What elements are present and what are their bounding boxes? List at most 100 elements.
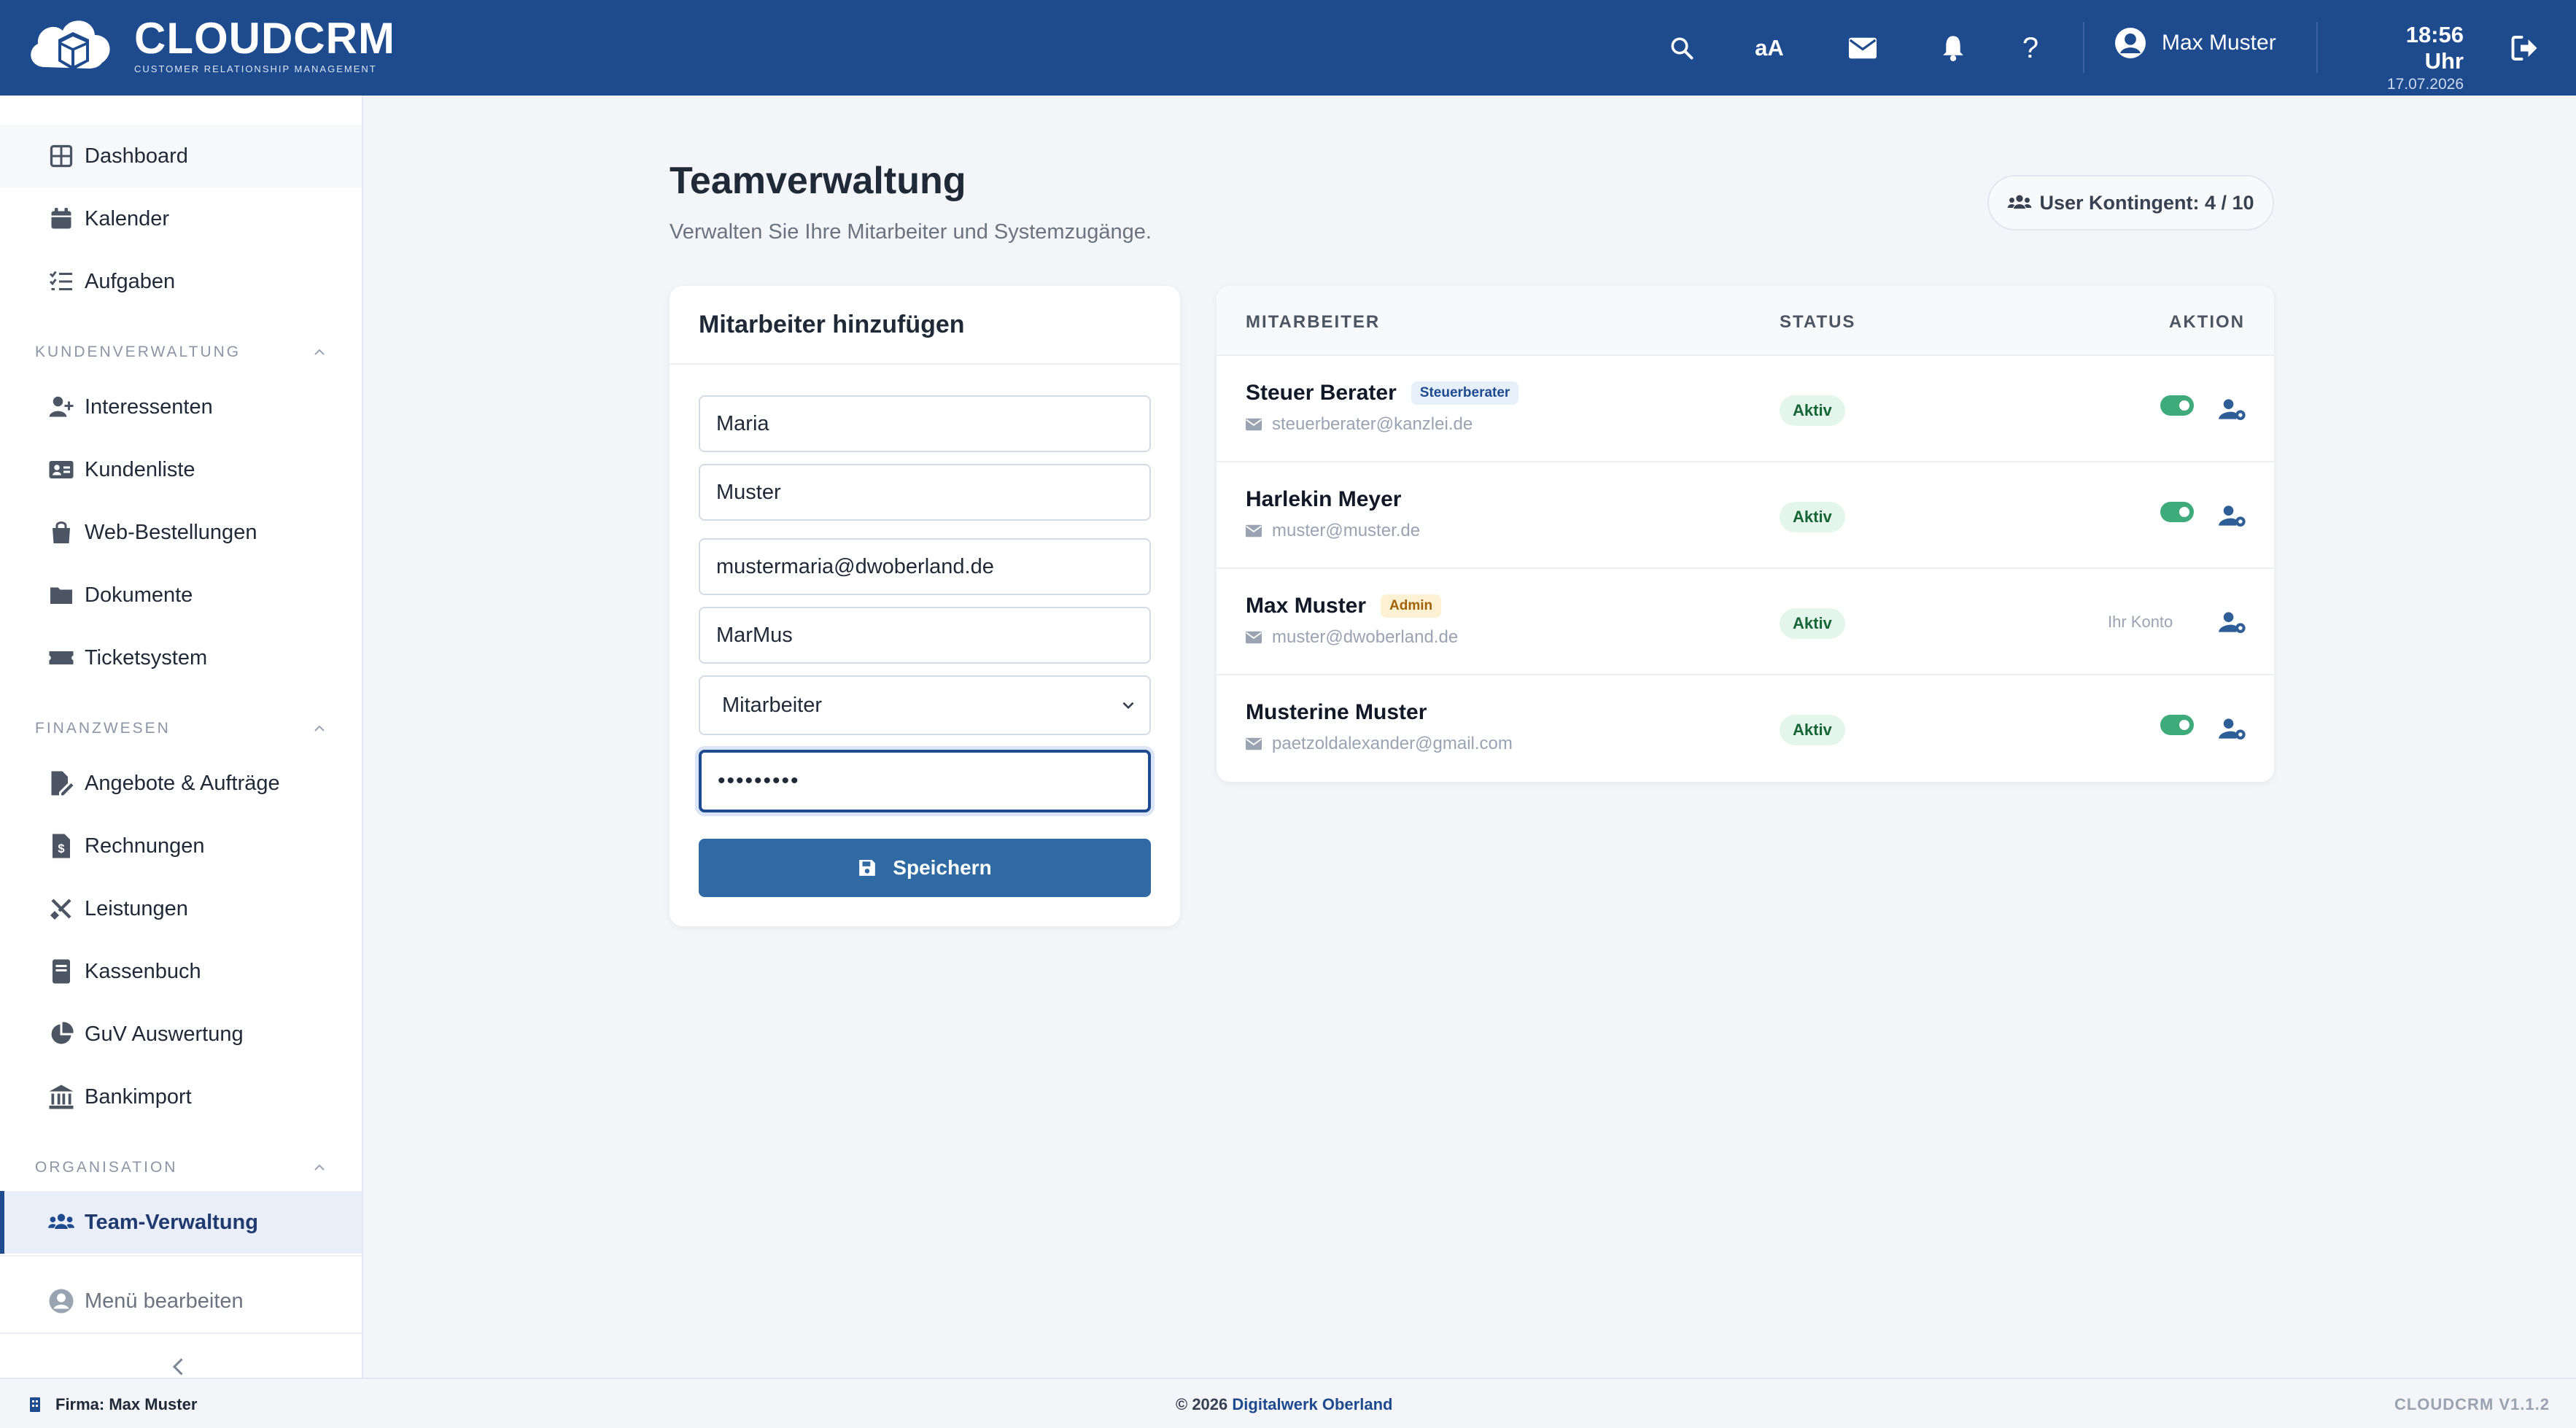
section-title: ORGANISATION (35, 1159, 178, 1176)
card-title: Mitarbeiter hinzufügen (670, 286, 1180, 365)
invoice-icon: $ (53, 834, 70, 858)
employee-name-text: Steuer Berater (1246, 381, 1397, 405)
password-input[interactable]: ••••••••• (699, 750, 1151, 812)
firm-name: Firma: Max Muster (55, 1395, 198, 1413)
company-link[interactable]: Digitalwerk Oberland (1232, 1395, 1392, 1413)
save-button-label: Speichern (893, 856, 992, 879)
copyright-prefix: © 2026 (1176, 1395, 1233, 1413)
sidebar-item-label: Menü bearbeiten (85, 1289, 244, 1313)
bell-icon (1943, 36, 1963, 61)
employee-email-text: muster@dwoberland.de (1272, 627, 1459, 647)
sidebar-item-web-orders[interactable]: Web-Bestellungen (0, 501, 362, 564)
employee-name-text: Max Muster (1246, 594, 1367, 618)
user-name: Max Muster (2162, 31, 2276, 55)
page-title: Teamverwaltung (670, 160, 966, 202)
sidebar-item-leads[interactable]: Interessenten (0, 376, 362, 438)
sidebar-item-label: GuV Auswertung (85, 1022, 244, 1046)
grid-icon (50, 144, 73, 168)
shopping-bag-icon (53, 521, 70, 543)
user-settings-icon[interactable] (2219, 716, 2246, 741)
users-icon (2008, 195, 2032, 209)
search-icon (1671, 37, 1694, 60)
role-badge-tax-advisor: Steuerberater (1411, 381, 1519, 405)
help-button[interactable]: ? (2009, 26, 2052, 70)
active-toggle[interactable] (2160, 395, 2194, 416)
sidebar-item-cashbook[interactable]: Kassenbuch (0, 940, 362, 1003)
sidebar-item-calendar[interactable]: Kalender (0, 187, 362, 250)
section-header-customers[interactable]: KUNDENVERWALTUNG (35, 344, 327, 361)
chevron-up-icon (314, 725, 325, 732)
sidebar-item-label: Kassenbuch (85, 959, 201, 983)
sidebar-item-edit-menu[interactable]: Menü bearbeiten (0, 1270, 362, 1332)
last-name-input[interactable]: Muster (699, 464, 1151, 521)
sidebar-item-dashboard[interactable]: Dashboard (0, 125, 362, 187)
role-badge-admin: Admin (1381, 594, 1442, 618)
chevron-down-icon (1122, 702, 1134, 710)
sidebar-item-tickets[interactable]: Ticketsystem (0, 626, 362, 689)
sidebar-item-team-management[interactable]: Team-Verwaltung (0, 1191, 362, 1254)
app-logo[interactable]: CLOUDCRM CUSTOMER RELATIONSHIP MANAGEMEN… (23, 9, 395, 82)
collapse-sidebar-chevron-left-icon[interactable] (168, 1356, 190, 1378)
task-list-icon (49, 271, 72, 290)
user-settings-icon[interactable] (2219, 397, 2246, 422)
section-header-organisation[interactable]: ORGANISATION (35, 1159, 327, 1176)
user-menu[interactable]: Max Muster (2115, 28, 2276, 58)
logo-subtitle: CUSTOMER RELATIONSHIP MANAGEMENT (134, 63, 377, 74)
mail-icon (1246, 418, 1262, 431)
messages-button[interactable] (1841, 26, 1885, 70)
sidebar-item-offers-orders[interactable]: Angebote & Aufträge (0, 752, 362, 815)
employee-name: Harlekin Meyer (1246, 487, 1401, 512)
username-input[interactable]: MarMus (699, 607, 1151, 664)
sidebar-item-documents[interactable]: Dokumente (0, 564, 362, 626)
header-divider (2316, 22, 2318, 73)
first-name-input[interactable]: Maria (699, 395, 1151, 452)
sidebar-item-invoices[interactable]: $ Rechnungen (0, 815, 362, 877)
active-toggle[interactable] (2160, 715, 2194, 735)
add-employee-card: Mitarbeiter hinzufügen Maria Muster must… (670, 286, 1180, 926)
firm-info: Firma: Max Muster (29, 1395, 197, 1414)
role-select-value: Mitarbeiter (722, 693, 822, 717)
user-settings-icon[interactable] (2219, 610, 2246, 635)
file-edit-icon (51, 771, 74, 796)
employee-email: paetzoldalexander@gmail.com (1246, 734, 1513, 754)
user-circle-icon (49, 1289, 74, 1313)
section-header-finance[interactable]: FINANZWESEN (35, 720, 327, 737)
save-button[interactable]: Speichern (699, 839, 1151, 897)
logo-title: CLOUDCRM (134, 13, 395, 63)
search-button[interactable] (1660, 26, 1704, 70)
chevron-up-icon (314, 1164, 325, 1171)
calendar-icon (51, 208, 71, 229)
header-divider (2083, 22, 2084, 73)
role-select[interactable]: Mitarbeiter (699, 675, 1151, 735)
sidebar-item-label: Ticketsystem (85, 645, 208, 670)
sidebar-item-tasks[interactable]: Aufgaben (0, 250, 362, 313)
email-input[interactable]: mustermaria@dwoberland.de (699, 538, 1151, 595)
page-subtitle: Verwalten Sie Ihre Mitarbeiter und Syste… (670, 220, 1152, 244)
status-badge: Aktiv (1780, 715, 1845, 745)
sidebar-item-profit-loss[interactable]: GuV Auswertung (0, 1003, 362, 1066)
sidebar-item-label: Interessenten (85, 395, 213, 419)
column-header-status: STATUS (1780, 312, 1856, 332)
user-settings-icon[interactable] (2219, 503, 2246, 528)
svg-text:$: $ (58, 842, 64, 855)
sidebar-item-customer-list[interactable]: Kundenliste (0, 438, 362, 501)
current-time: 18:56 Uhr (2405, 22, 2464, 74)
font-size-icon: aA (1755, 35, 1784, 61)
font-size-button[interactable]: aA (1747, 26, 1791, 70)
section-title: KUNDENVERWALTUNG (35, 344, 241, 360)
mail-icon (1246, 524, 1262, 538)
sidebar-item-label: Aufgaben (85, 269, 176, 293)
table-row: Max Muster Admin muster@dwoberland.de Ak… (1217, 569, 2274, 675)
sidebar-item-services[interactable]: Leistungen (0, 877, 362, 940)
column-header-employee: MITARBEITER (1246, 312, 1381, 332)
sidebar-item-label: Angebote & Aufträge (85, 771, 280, 795)
ticket-icon (49, 651, 74, 664)
employee-email-text: paetzoldalexander@gmail.com (1272, 734, 1513, 753)
sidebar-item-bank-import[interactable]: Bankimport (0, 1066, 362, 1128)
team-table: MITARBEITER STATUS AKTION Steuer Berater… (1217, 286, 2274, 782)
sidebar-item-label: Team-Verwaltung (85, 1210, 258, 1234)
logout-button[interactable] (2503, 26, 2547, 70)
sidebar-item-label: Dokumente (85, 583, 193, 607)
notifications-button[interactable] (1931, 26, 1975, 70)
active-toggle[interactable] (2160, 502, 2194, 522)
